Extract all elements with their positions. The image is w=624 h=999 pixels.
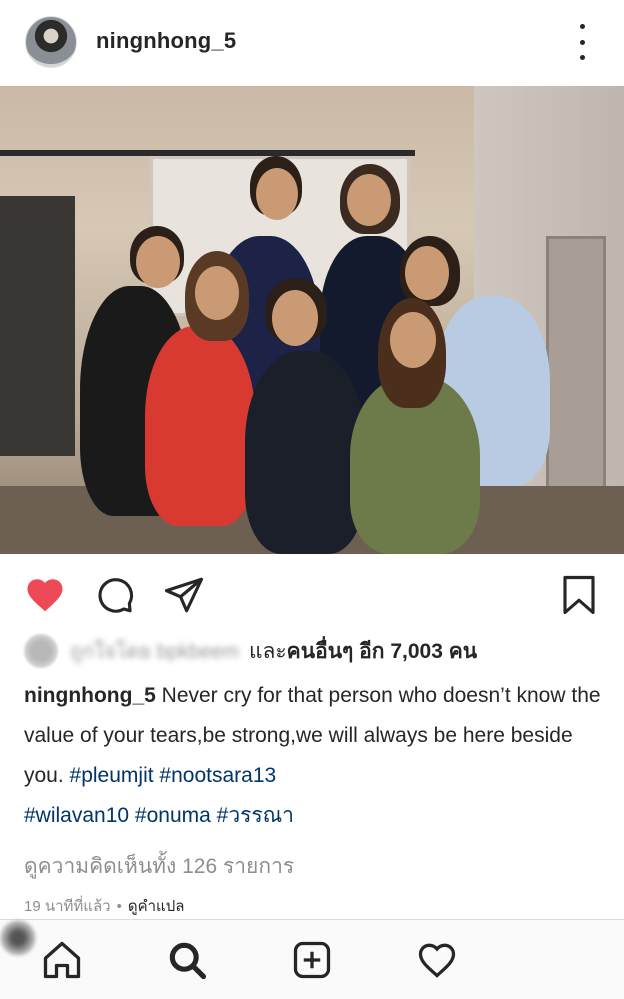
likes-and: และ: [248, 639, 287, 663]
photo-glass-rack: [0, 86, 415, 156]
bottom-nav: [0, 919, 624, 999]
hashtag[interactable]: #onuma: [135, 804, 211, 827]
liked-by-blurred: ถูกใจโดย bpkbeem: [70, 641, 239, 663]
view-all-comments-link[interactable]: ดูความคิดเห็นทั้ง 126 รายการ: [24, 850, 294, 883]
photo-wine-shelf: [0, 196, 75, 456]
photo-head: [195, 266, 239, 320]
add-post-icon[interactable]: [290, 938, 334, 982]
action-bar: [0, 554, 624, 634]
hashtag[interactable]: #วรรณา: [217, 804, 294, 827]
home-icon[interactable]: [40, 938, 84, 982]
bookmark-icon[interactable]: [558, 574, 600, 616]
photo-head: [272, 290, 318, 346]
hashtag[interactable]: #pleumjit: [70, 764, 154, 787]
liker-avatar: [24, 634, 58, 668]
post-meta: 19 นาทีที่แล้ว • ดูคำแปล: [24, 894, 184, 918]
like-heart-icon[interactable]: [24, 574, 66, 616]
likes-others[interactable]: คนอื่นๆ อีก 7,003 คน: [287, 640, 477, 663]
share-icon[interactable]: [163, 574, 205, 616]
hashtag[interactable]: #wilavan10: [24, 804, 129, 827]
post-photo[interactable]: [0, 86, 624, 554]
more-options-icon[interactable]: [570, 24, 594, 60]
profile-avatar[interactable]: [0, 920, 36, 956]
search-icon[interactable]: [165, 938, 209, 982]
user-avatar[interactable]: [25, 16, 77, 68]
photo-person: [145, 326, 255, 526]
photo-person: [245, 351, 365, 554]
photo-head: [256, 168, 298, 220]
post-username[interactable]: ningnhong_5: [96, 28, 236, 54]
comment-icon[interactable]: [94, 574, 136, 616]
activity-heart-icon[interactable]: [415, 938, 459, 982]
photo-head: [405, 246, 449, 300]
post-caption: ningnhong_5 Never cry for that person wh…: [24, 676, 604, 836]
caption-username[interactable]: ningnhong_5: [24, 684, 156, 707]
photo-head: [136, 236, 180, 288]
likes-row[interactable]: ถูกใจโดย bpkbeem และคนอื่นๆ อีก 7,003 คน: [24, 633, 477, 669]
likes-count[interactable]: และคนอื่นๆ อีก 7,003 คน: [249, 635, 477, 668]
photo-head: [390, 312, 436, 368]
post-time: 19 นาทีที่แล้ว: [24, 898, 111, 915]
see-translation-link[interactable]: ดูคำแปล: [128, 894, 185, 918]
photo-head: [347, 174, 391, 226]
hashtag[interactable]: #nootsara13: [159, 764, 276, 787]
post-header: ningnhong_5: [0, 0, 624, 86]
meta-separator: •: [116, 897, 122, 915]
